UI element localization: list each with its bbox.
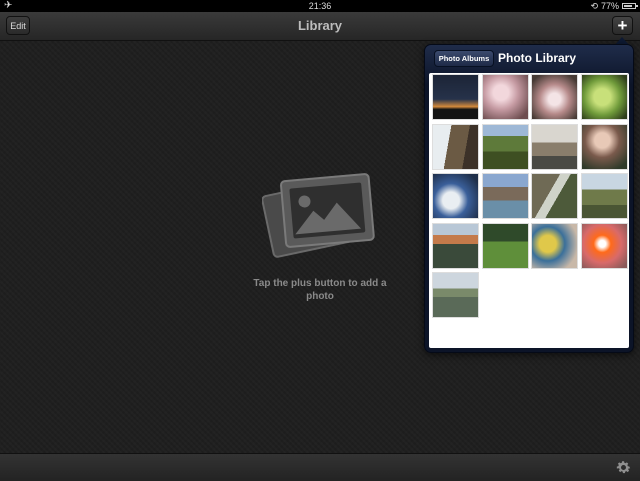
photo-thumbnail[interactable] bbox=[481, 123, 529, 170]
rotation-lock-icon: ⟲ bbox=[590, 1, 598, 11]
photo-thumbnail[interactable] bbox=[432, 123, 479, 170]
photo-library-popover: Photo Albums Photo Library bbox=[424, 44, 634, 353]
photo-thumbnail[interactable] bbox=[481, 74, 529, 120]
empty-state-message: Tap the plus button to add a photo bbox=[253, 278, 387, 302]
photo-thumbnail[interactable] bbox=[432, 173, 479, 219]
photo-thumbnail[interactable] bbox=[531, 173, 578, 219]
status-bar: ✈ 21:36 ⟲ 77% bbox=[0, 0, 640, 12]
photo-thumbnail[interactable] bbox=[580, 74, 628, 120]
gear-icon[interactable] bbox=[615, 459, 632, 476]
photo-thumbnail[interactable] bbox=[531, 74, 578, 120]
photo-thumbnail[interactable] bbox=[580, 222, 628, 269]
battery-percent: 77% bbox=[600, 1, 619, 11]
popover-title: Photo Library bbox=[498, 51, 577, 65]
bottom-toolbar bbox=[0, 453, 640, 481]
status-time: 21:36 bbox=[308, 1, 332, 11]
battery-icon bbox=[622, 3, 638, 9]
photo-grid-container bbox=[429, 73, 629, 348]
photo-thumbnail[interactable] bbox=[432, 272, 479, 318]
photo-thumbnail[interactable] bbox=[432, 74, 479, 120]
photo-thumbnail[interactable] bbox=[531, 123, 578, 170]
photos-placeholder-icon bbox=[262, 173, 375, 258]
photo-thumbnail[interactable] bbox=[580, 173, 628, 219]
nav-bar: Edit Library + bbox=[0, 12, 640, 41]
photo-thumbnail[interactable] bbox=[481, 222, 529, 269]
photo-thumbnail[interactable] bbox=[531, 222, 578, 269]
page-title: Library bbox=[297, 18, 343, 33]
photo-albums-back-button[interactable]: Photo Albums bbox=[434, 50, 494, 67]
photo-thumbnail[interactable] bbox=[580, 123, 628, 170]
photo-thumbnail[interactable] bbox=[481, 173, 529, 219]
add-photo-button[interactable]: + bbox=[612, 16, 633, 35]
photo-thumbnail[interactable] bbox=[432, 222, 479, 269]
